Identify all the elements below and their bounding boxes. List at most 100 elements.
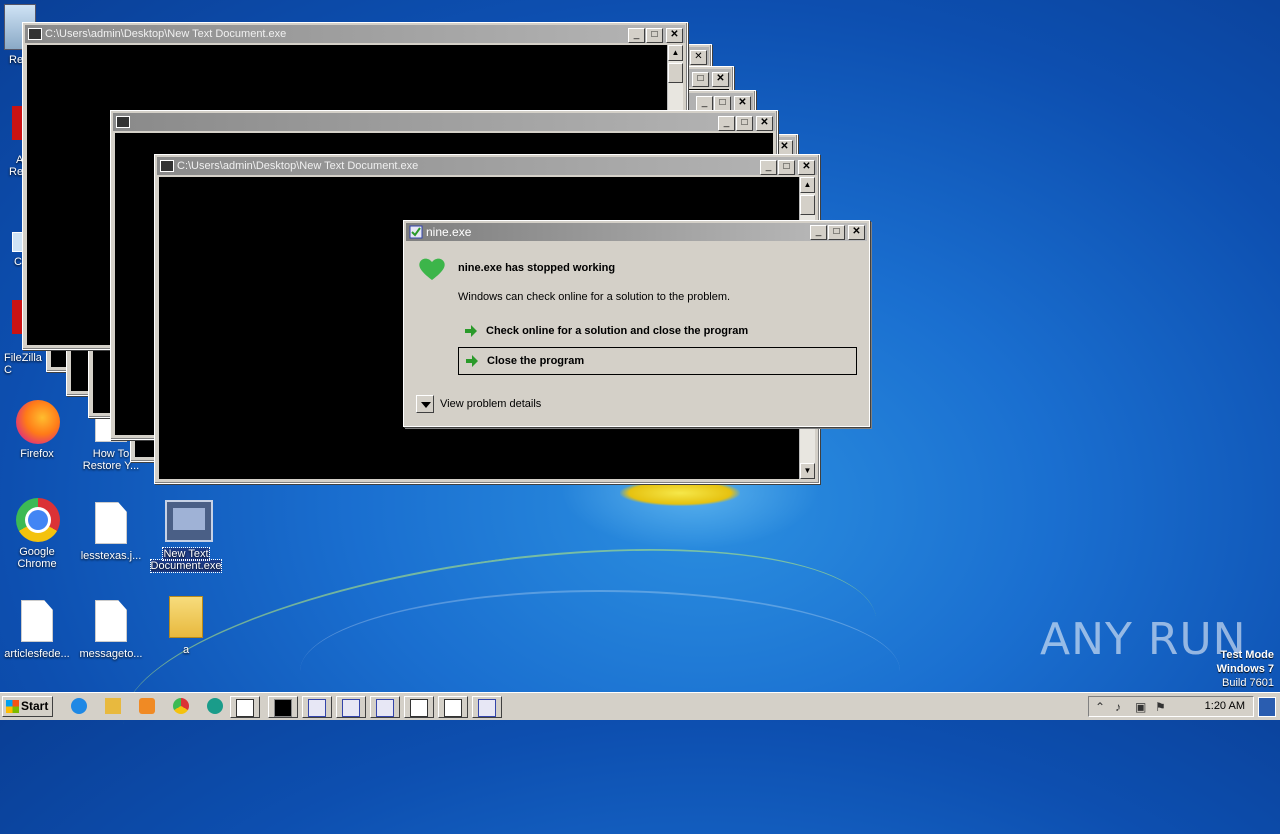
minimize-icon[interactable]: _ <box>696 96 713 111</box>
close-icon[interactable]: ✕ <box>848 225 865 240</box>
desktop-icon-articlesfede[interactable]: articlesfede... <box>0 600 74 660</box>
window-titlebar[interactable]: C:\Users\admin\Desktop\New Text Document… <box>25 25 685 43</box>
nine-taskbar-button-4[interactable] <box>472 696 502 718</box>
check-online-label: Check online for a solution and close th… <box>486 325 749 337</box>
wallpaper-streak <box>300 590 900 752</box>
close-icon[interactable]: ✕ <box>798 160 815 175</box>
view-details-toggle[interactable]: View problem details <box>416 395 541 413</box>
media-player-taskbar-button[interactable] <box>132 696 162 718</box>
close-icon[interactable]: ✕ <box>776 140 793 155</box>
scroll-thumb[interactable] <box>800 195 815 215</box>
check-online-option[interactable]: Check online for a solution and close th… <box>458 318 857 346</box>
console-taskbar-button-2[interactable] <box>404 696 434 718</box>
check-window-icon <box>478 699 496 717</box>
maximize-icon[interactable]: □ <box>828 225 845 240</box>
window-icon <box>410 699 428 717</box>
minimize-icon[interactable]: _ <box>810 225 827 240</box>
window-titlebar[interactable]: C:\Users\admin\Desktop\New Text Document… <box>157 157 817 175</box>
folder-icon <box>169 596 203 638</box>
folder-icon <box>105 698 121 714</box>
check-window-icon <box>308 699 326 717</box>
close-icon[interactable]: ✕ <box>666 28 683 43</box>
test-mode-label: Test Mode <box>1220 649 1274 661</box>
dialog-title: nine.exe <box>426 225 472 239</box>
desktop-icon-label: messageto... <box>79 648 143 660</box>
desktop-icon-lesstexas[interactable]: lesstexas.j... <box>74 502 148 562</box>
explorer-taskbar-button[interactable] <box>98 696 128 718</box>
close-icon[interactable]: ✕ <box>734 96 751 111</box>
console-taskbar-button-1[interactable] <box>230 696 260 718</box>
desktop-icon-folder-a[interactable]: a <box>149 596 223 656</box>
desktop-icon-google-chrome[interactable]: Google Chrome <box>0 498 74 570</box>
desktop-icon-firefox[interactable]: Firefox <box>0 400 74 460</box>
green-arrow-icon <box>465 325 477 337</box>
view-details-label: View problem details <box>440 398 542 410</box>
scroll-down-icon[interactable]: ▼ <box>800 463 815 479</box>
desktop-icon-label: How To <box>92 448 130 460</box>
document-icon <box>95 600 127 642</box>
close-program-label: Close the program <box>487 355 585 367</box>
desktop-icon-label: lesstexas.j... <box>80 550 142 562</box>
show-desktop-icon[interactable] <box>1258 697 1276 717</box>
desktop-icon-label: New Text <box>162 547 210 561</box>
firefox-icon <box>16 400 60 444</box>
check-window-icon <box>342 699 360 717</box>
maximize-icon[interactable]: □ <box>736 116 753 131</box>
edge-taskbar-button[interactable] <box>200 696 230 718</box>
anyrun-watermark: ANY RUN <box>1040 614 1247 665</box>
desktop-icon-label: Google <box>19 546 55 558</box>
volume-icon[interactable]: ♪ <box>1115 700 1121 714</box>
minimize-icon[interactable]: _ <box>718 116 735 131</box>
chevron-down-icon[interactable] <box>416 395 434 413</box>
maximize-icon[interactable]: □ <box>714 96 731 111</box>
minimize-icon[interactable]: _ <box>628 28 645 43</box>
document-icon <box>95 502 127 544</box>
window-icon <box>444 699 462 717</box>
window-titlebar[interactable]: _□✕ <box>113 113 775 131</box>
close-program-option[interactable]: Close the program <box>458 347 857 375</box>
start-button[interactable]: Start <box>2 696 53 717</box>
scroll-thumb[interactable] <box>668 63 683 83</box>
network-icon[interactable]: ▣ <box>1135 700 1146 714</box>
system-tray: ⌃ ♪ ▣ ⚑ 1:20 AM <box>1088 696 1254 717</box>
cmd-taskbar-button[interactable] <box>268 696 298 718</box>
console-taskbar-button-3[interactable] <box>438 696 468 718</box>
nine-taskbar-button-2[interactable] <box>336 696 366 718</box>
close-icon[interactable]: ✕ <box>690 50 707 65</box>
dialog-titlebar[interactable]: nine.exe _ □ ✕ <box>406 223 867 241</box>
error-dialog[interactable]: nine.exe _ □ ✕ nine.exe has stopped workin… <box>403 220 870 427</box>
edge-icon <box>207 698 223 714</box>
close-icon[interactable]: ✕ <box>756 116 773 131</box>
tray-expand-icon[interactable]: ⌃ <box>1095 700 1105 714</box>
desktop-icon-label: FileZilla C <box>4 352 42 376</box>
document-icon <box>21 600 53 642</box>
window-icon <box>236 699 254 717</box>
action-center-flag-icon[interactable]: ⚑ <box>1155 700 1166 714</box>
desktop-icon-label: Firefox <box>20 448 54 460</box>
clock[interactable]: 1:20 AM <box>1205 700 1245 712</box>
app-icon <box>409 225 423 239</box>
green-arrow-icon <box>466 355 478 367</box>
window-title: C:\Users\admin\Desktop\New Text Document… <box>177 160 419 172</box>
scroll-up-icon[interactable]: ▲ <box>668 45 683 61</box>
dialog-message: Windows can check online for a solution … <box>458 291 731 303</box>
minimize-icon[interactable]: _ <box>760 160 777 175</box>
desktop-icon-label: a <box>182 644 190 656</box>
start-label: Start <box>21 699 49 713</box>
chrome-icon <box>16 498 60 542</box>
nine-taskbar-button-1[interactable] <box>302 696 332 718</box>
maximize-icon[interactable]: □ <box>778 160 795 175</box>
close-icon[interactable]: ✕ <box>712 72 729 87</box>
desktop-icon-new-text-document[interactable]: New Text Document.exe <box>149 500 223 573</box>
maximize-icon[interactable]: □ <box>646 28 663 43</box>
window-title: C:\Users\admin\Desktop\New Text Document… <box>45 28 287 40</box>
application-icon <box>165 500 213 542</box>
ie-taskbar-button[interactable] <box>64 696 94 718</box>
nine-taskbar-button-3[interactable] <box>370 696 400 718</box>
chrome-taskbar-button[interactable] <box>166 696 196 718</box>
scroll-up-icon[interactable]: ▲ <box>800 177 815 193</box>
desktop-icon-label: Chrome <box>17 558 57 570</box>
maximize-icon[interactable]: □ <box>692 72 709 87</box>
desktop-icon-messageto[interactable]: messageto... <box>74 600 148 660</box>
os-label: Windows 7 <box>1216 663 1274 675</box>
